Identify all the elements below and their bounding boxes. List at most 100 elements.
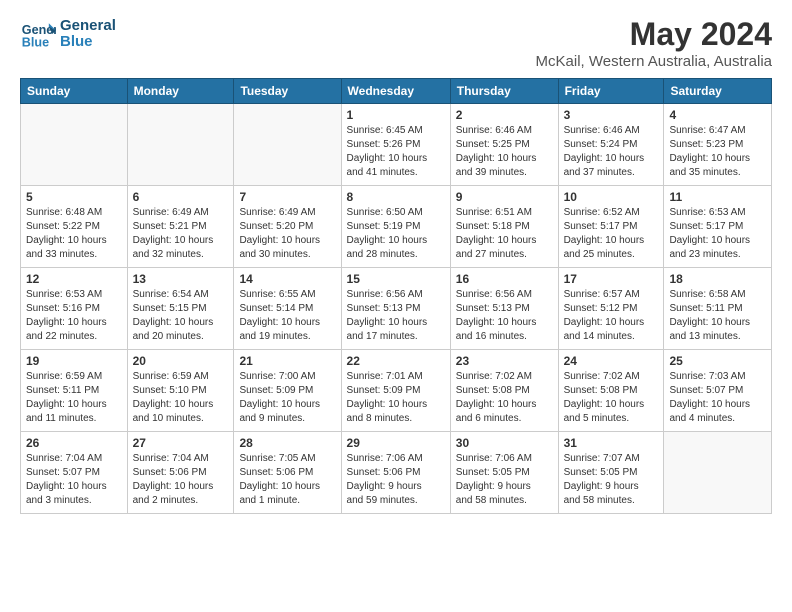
- day-number: 6: [133, 190, 229, 204]
- day-number: 22: [347, 354, 445, 368]
- table-row: [234, 104, 341, 186]
- day-number: 26: [26, 436, 122, 450]
- day-number: 14: [239, 272, 335, 286]
- table-row: 6 Sunrise: 6:49 AM Sunset: 5:21 PM Daylig…: [127, 186, 234, 268]
- day-number: 28: [239, 436, 335, 450]
- day-info: Sunrise: 6:56 AM Sunset: 5:13 PM Dayligh…: [347, 288, 445, 344]
- day-info: Sunrise: 7:01 AM Sunset: 5:09 PM Dayligh…: [347, 370, 445, 426]
- calendar-header-row: Sunday Monday Tuesday Wednesday Thursday…: [21, 79, 772, 104]
- logo-line2: Blue: [60, 34, 116, 51]
- day-number: 23: [456, 354, 553, 368]
- calendar-week-row: 26Sunrise: 7:04 AM Sunset: 5:07 PM Dayli…: [21, 432, 772, 514]
- table-row: 26Sunrise: 7:04 AM Sunset: 5:07 PM Dayli…: [21, 432, 128, 514]
- day-number: 20: [133, 354, 229, 368]
- col-monday: Monday: [127, 79, 234, 104]
- logo-line1: General: [60, 18, 116, 35]
- col-saturday: Saturday: [664, 79, 772, 104]
- day-info: Sunrise: 6:51 AM Sunset: 5:18 PM Dayligh…: [456, 206, 553, 262]
- day-number: 12: [26, 272, 122, 286]
- table-row: 5Sunrise: 6:48 AM Sunset: 5:22 PM Daylig…: [21, 186, 128, 268]
- table-row: 20 Sunrise: 6:59 AM Sunset: 5:10 PM Dayli…: [127, 350, 234, 432]
- table-row: [127, 104, 234, 186]
- day-info: Sunrise: 7:04 AM Sunset: 5:06 PM Dayligh…: [133, 452, 229, 508]
- day-info: Sunrise: 6:53 AM Sunset: 5:17 PM Dayligh…: [669, 206, 766, 262]
- day-info: Sunrise: 7:03 AM Sunset: 5:07 PM Dayligh…: [669, 370, 766, 426]
- day-info: Sunrise: 6:59 AM Sunset: 5:11 PM Dayligh…: [26, 370, 122, 426]
- table-row: 24Sunrise: 7:02 AM Sunset: 5:08 PM Dayli…: [558, 350, 664, 432]
- table-row: 7 Sunrise: 6:49 AM Sunset: 5:20 PM Daylig…: [234, 186, 341, 268]
- col-sunday: Sunday: [21, 79, 128, 104]
- table-row: 30Sunrise: 7:06 AM Sunset: 5:05 PM Dayli…: [450, 432, 558, 514]
- table-row: 23 Sunrise: 7:02 AM Sunset: 5:08 PM Dayli…: [450, 350, 558, 432]
- col-wednesday: Wednesday: [341, 79, 450, 104]
- day-number: 13: [133, 272, 229, 286]
- table-row: 19Sunrise: 6:59 AM Sunset: 5:11 PM Dayli…: [21, 350, 128, 432]
- table-row: [21, 104, 128, 186]
- table-row: 8 Sunrise: 6:50 AM Sunset: 5:19 PM Daylig…: [341, 186, 450, 268]
- calendar-page: General Blue General Blue May 2024 McKai…: [0, 0, 792, 524]
- day-info: Sunrise: 6:50 AM Sunset: 5:19 PM Dayligh…: [347, 206, 445, 262]
- day-info: Sunrise: 6:54 AM Sunset: 5:15 PM Dayligh…: [133, 288, 229, 344]
- table-row: 29 Sunrise: 7:06 AM Sunset: 5:06 PM Dayli…: [341, 432, 450, 514]
- day-number: 15: [347, 272, 445, 286]
- table-row: [664, 432, 772, 514]
- day-number: 4: [669, 108, 766, 122]
- day-number: 16: [456, 272, 553, 286]
- title-block: May 2024 McKail, Western Australia, Aust…: [536, 16, 772, 70]
- day-info: Sunrise: 6:46 AM Sunset: 5:24 PM Dayligh…: [564, 124, 659, 180]
- day-info: Sunrise: 7:00 AM Sunset: 5:09 PM Dayligh…: [239, 370, 335, 426]
- table-row: 9 Sunrise: 6:51 AM Sunset: 5:18 PM Daylig…: [450, 186, 558, 268]
- day-info: Sunrise: 7:07 AM Sunset: 5:05 PM Dayligh…: [564, 452, 659, 508]
- table-row: 28Sunrise: 7:05 AM Sunset: 5:06 PM Dayli…: [234, 432, 341, 514]
- day-number: 9: [456, 190, 553, 204]
- day-number: 17: [564, 272, 659, 286]
- table-row: 31 Sunrise: 7:07 AM Sunset: 5:05 PM Dayli…: [558, 432, 664, 514]
- svg-text:Blue: Blue: [22, 36, 49, 50]
- table-row: 12 Sunrise: 6:53 AM Sunset: 5:16 PM Dayli…: [21, 268, 128, 350]
- table-row: 11Sunrise: 6:53 AM Sunset: 5:17 PM Dayli…: [664, 186, 772, 268]
- day-number: 7: [239, 190, 335, 204]
- table-row: 10 Sunrise: 6:52 AM Sunset: 5:17 PM Dayli…: [558, 186, 664, 268]
- day-number: 10: [564, 190, 659, 204]
- table-row: 2Sunrise: 6:46 AM Sunset: 5:25 PM Daylig…: [450, 104, 558, 186]
- table-row: 17 Sunrise: 6:57 AM Sunset: 5:12 PM Dayli…: [558, 268, 664, 350]
- col-thursday: Thursday: [450, 79, 558, 104]
- table-row: 21 Sunrise: 7:00 AM Sunset: 5:09 PM Dayli…: [234, 350, 341, 432]
- day-number: 3: [564, 108, 659, 122]
- header: General Blue General Blue May 2024 McKai…: [20, 16, 772, 70]
- table-row: 13 Sunrise: 6:54 AM Sunset: 5:15 PM Dayli…: [127, 268, 234, 350]
- day-number: 21: [239, 354, 335, 368]
- table-row: 1 Sunrise: 6:45 AM Sunset: 5:26 PM Daylig…: [341, 104, 450, 186]
- day-info: Sunrise: 7:06 AM Sunset: 5:05 PM Dayligh…: [456, 452, 553, 508]
- day-number: 25: [669, 354, 766, 368]
- day-info: Sunrise: 7:02 AM Sunset: 5:08 PM Dayligh…: [564, 370, 659, 426]
- calendar-week-row: 19Sunrise: 6:59 AM Sunset: 5:11 PM Dayli…: [21, 350, 772, 432]
- table-row: 22 Sunrise: 7:01 AM Sunset: 5:09 PM Dayli…: [341, 350, 450, 432]
- day-info: Sunrise: 6:53 AM Sunset: 5:16 PM Dayligh…: [26, 288, 122, 344]
- day-info: Sunrise: 6:59 AM Sunset: 5:10 PM Dayligh…: [133, 370, 229, 426]
- calendar-table: Sunday Monday Tuesday Wednesday Thursday…: [20, 78, 772, 514]
- day-number: 8: [347, 190, 445, 204]
- day-info: Sunrise: 6:46 AM Sunset: 5:25 PM Dayligh…: [456, 124, 553, 180]
- month-title: May 2024: [536, 16, 772, 53]
- col-friday: Friday: [558, 79, 664, 104]
- table-row: 4Sunrise: 6:47 AM Sunset: 5:23 PM Daylig…: [664, 104, 772, 186]
- table-row: 14Sunrise: 6:55 AM Sunset: 5:14 PM Dayli…: [234, 268, 341, 350]
- day-info: Sunrise: 6:49 AM Sunset: 5:20 PM Dayligh…: [239, 206, 335, 262]
- day-info: Sunrise: 6:52 AM Sunset: 5:17 PM Dayligh…: [564, 206, 659, 262]
- day-info: Sunrise: 6:48 AM Sunset: 5:22 PM Dayligh…: [26, 206, 122, 262]
- table-row: 25 Sunrise: 7:03 AM Sunset: 5:07 PM Dayli…: [664, 350, 772, 432]
- day-info: Sunrise: 6:57 AM Sunset: 5:12 PM Dayligh…: [564, 288, 659, 344]
- table-row: 16 Sunrise: 6:56 AM Sunset: 5:13 PM Dayli…: [450, 268, 558, 350]
- day-info: Sunrise: 7:06 AM Sunset: 5:06 PM Dayligh…: [347, 452, 445, 508]
- day-info: Sunrise: 6:45 AM Sunset: 5:26 PM Dayligh…: [347, 124, 445, 180]
- day-info: Sunrise: 7:02 AM Sunset: 5:08 PM Dayligh…: [456, 370, 553, 426]
- day-info: Sunrise: 6:56 AM Sunset: 5:13 PM Dayligh…: [456, 288, 553, 344]
- day-info: Sunrise: 6:49 AM Sunset: 5:21 PM Dayligh…: [133, 206, 229, 262]
- col-tuesday: Tuesday: [234, 79, 341, 104]
- day-number: 31: [564, 436, 659, 450]
- day-number: 1: [347, 108, 445, 122]
- day-number: 29: [347, 436, 445, 450]
- logo: General Blue General Blue: [20, 16, 116, 52]
- location: McKail, Western Australia, Australia: [536, 53, 772, 70]
